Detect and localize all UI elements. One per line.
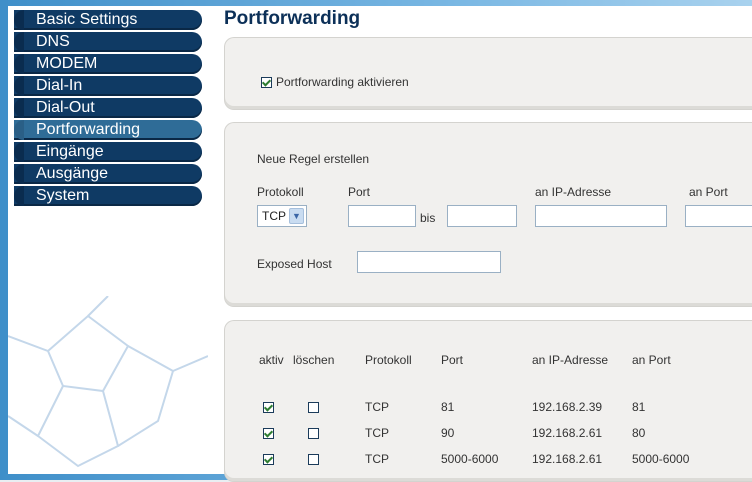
sidebar-item-portforwarding[interactable]: Portforwarding [14, 120, 202, 140]
port-from-input[interactable] [348, 205, 416, 227]
row-2-port: 90 [441, 426, 455, 440]
row-3-an-port: 5000-6000 [632, 452, 690, 466]
row-2-ip: 192.168.2.61 [532, 426, 603, 440]
protocol-select[interactable]: TCP ▼ [257, 205, 307, 227]
protocol-select-value: TCP [262, 209, 286, 223]
an-port-column-header: an Port [632, 353, 671, 367]
enable-portforwarding-checkbox[interactable] [261, 77, 272, 88]
row-3-port: 5000-6000 [441, 452, 499, 466]
enable-portforwarding-label: Portforwarding aktivieren [276, 75, 409, 89]
ip-address-input[interactable] [535, 205, 667, 227]
exposed-host-input[interactable] [357, 251, 501, 273]
sidebar-nav: Basic Settings DNS MODEM Dial-In Dial-Ou… [14, 10, 202, 208]
an-port-header: an Port [689, 185, 728, 199]
row-2-loeschen-checkbox[interactable] [308, 428, 319, 439]
new-rule-panel: Neue Regel erstellen Protokoll Port an I… [224, 122, 752, 307]
row-1-loeschen-checkbox[interactable] [308, 402, 319, 413]
row-3-loeschen-checkbox[interactable] [308, 454, 319, 465]
an-port-input[interactable] [685, 205, 752, 227]
chevron-down-icon[interactable]: ▼ [289, 208, 304, 224]
row-1-an-port: 81 [632, 400, 646, 414]
window-frame-left [0, 0, 8, 480]
row-3-aktiv-checkbox[interactable] [263, 454, 274, 465]
row-3-protokoll: TCP [365, 452, 389, 466]
sidebar-item-dial-in[interactable]: Dial-In [14, 76, 202, 96]
row-1-ip: 192.168.2.39 [532, 400, 603, 414]
enable-panel: Portforwarding aktivieren [224, 37, 752, 110]
ip-column-header: an IP-Adresse [532, 353, 609, 367]
sidebar-item-basic-settings[interactable]: Basic Settings [14, 10, 202, 30]
bis-label: bis [420, 211, 436, 225]
port-column-header: Port [441, 353, 464, 367]
row-2-an-port: 80 [632, 426, 646, 440]
sidebar-item-system[interactable]: System [14, 186, 202, 206]
page-title: Portforwarding [224, 8, 361, 29]
ip-address-header: an IP-Adresse [535, 185, 612, 199]
aktiv-header: aktiv [259, 353, 284, 367]
sidebar-item-eingaenge[interactable]: Eingänge [14, 142, 202, 162]
row-1-protokoll: TCP [365, 400, 389, 414]
sidebar-item-modem[interactable]: MODEM [14, 54, 202, 74]
exposed-host-label: Exposed Host [257, 257, 332, 271]
loeschen-header: löschen [293, 353, 335, 367]
sidebar-item-ausgaenge[interactable]: Ausgänge [14, 164, 202, 184]
rules-panel: aktiv löschen Protokoll Port an IP-Adres… [224, 320, 752, 482]
row-1-aktiv-checkbox[interactable] [263, 402, 274, 413]
row-3-ip: 192.168.2.61 [532, 452, 603, 466]
port-header: Port [348, 185, 371, 199]
main-content: Portforwarding Portforwarding aktivieren… [208, 6, 752, 482]
port-to-input[interactable] [447, 205, 517, 227]
sidebar-item-dial-out[interactable]: Dial-Out [14, 98, 202, 118]
sidebar-item-dns[interactable]: DNS [14, 32, 202, 52]
protokoll-header: Protokoll [257, 185, 304, 199]
row-1-port: 81 [441, 400, 455, 414]
protokoll-column-header: Protokoll [365, 353, 412, 367]
new-rule-heading: Neue Regel erstellen [257, 152, 370, 166]
row-2-protokoll: TCP [365, 426, 389, 440]
row-2-aktiv-checkbox[interactable] [263, 428, 274, 439]
sidebar: Basic Settings DNS MODEM Dial-In Dial-Ou… [8, 6, 208, 474]
network-decoration [8, 296, 208, 468]
